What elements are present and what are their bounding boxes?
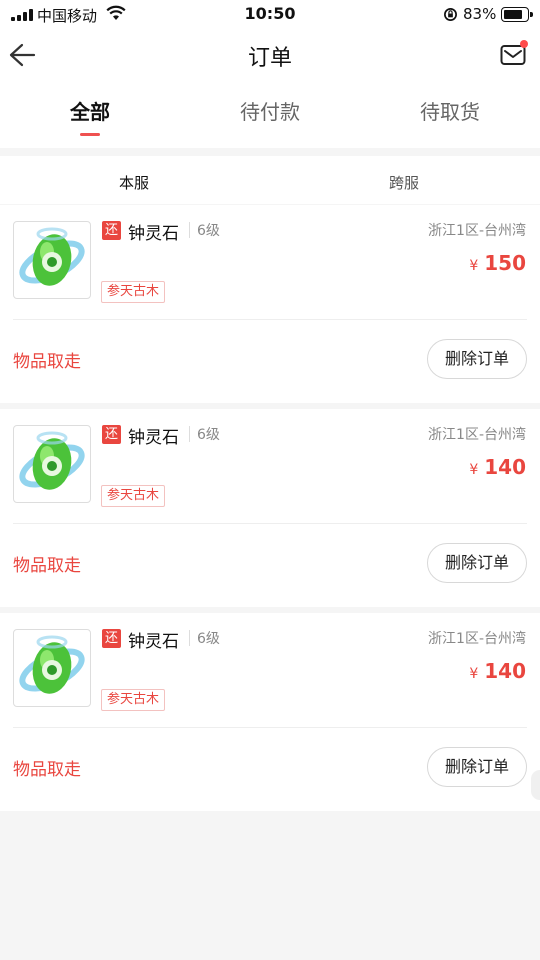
active-tab-indicator: [80, 133, 100, 136]
item-name: 钟灵石: [128, 632, 179, 652]
server-option-cross[interactable]: 跨服: [389, 172, 419, 193]
currency-symbol: ¥: [469, 258, 479, 274]
delete-order-button[interactable]: 删除订单: [427, 543, 527, 583]
tab-pending-payment[interactable]: 待付款: [180, 96, 360, 125]
order-status: 物品取走: [13, 556, 81, 576]
jade-stone-icon: [19, 635, 85, 694]
clock: 10:50: [244, 4, 296, 23]
tab-pending-pickup[interactable]: 待取货: [360, 96, 540, 125]
item-name: 钟灵石: [128, 224, 179, 244]
order-status: 物品取走: [13, 352, 81, 372]
item-level: 6级: [197, 427, 220, 443]
server-region: 浙江1区-台州湾: [428, 427, 526, 443]
order-card: 还 钟灵石 6级 浙江1区-台州湾 ¥140 参天古木 物品取走 删除订单: [0, 613, 540, 811]
floating-edge-handle[interactable]: [531, 770, 540, 800]
server-filter: 本服 跨服: [0, 156, 540, 204]
divider: [13, 523, 527, 524]
item-price: ¥140: [469, 455, 526, 479]
item-name: 钟灵石: [128, 428, 179, 448]
server-option-local[interactable]: 本服: [119, 172, 149, 193]
order-tabs: 全部 待付款 待取货: [0, 96, 540, 136]
tab-all-label: 全部: [70, 100, 110, 124]
rotation-lock-icon: [444, 8, 457, 21]
name-separator: [189, 426, 190, 442]
divider: [13, 319, 527, 320]
item-price: ¥150: [469, 251, 526, 275]
attribute-tag: 参天古木: [101, 689, 166, 711]
currency-symbol: ¥: [469, 462, 479, 478]
header: 中国移动 10:50 83% 订单 全部 待付款 待取货: [0, 0, 540, 148]
jade-stone-icon: [19, 431, 85, 490]
return-badge: 还: [102, 221, 121, 240]
name-separator: [189, 630, 190, 646]
attribute-tag: 参天古木: [101, 281, 166, 303]
attribute-tag: 参天古木: [101, 485, 166, 507]
price-value: 150: [484, 251, 526, 275]
server-region: 浙江1区-台州湾: [428, 631, 526, 647]
server-region: 浙江1区-台州湾: [428, 223, 526, 239]
return-badge: 还: [102, 629, 121, 648]
item-level: 6级: [197, 223, 220, 239]
item-thumbnail[interactable]: [13, 425, 91, 503]
price-value: 140: [484, 659, 526, 683]
item-level: 6级: [197, 631, 220, 647]
return-badge: 还: [102, 425, 121, 444]
battery-icon: [501, 7, 533, 22]
battery-percent: 83%: [463, 5, 497, 23]
notification-dot: [520, 40, 528, 48]
jade-stone-icon: [19, 227, 85, 286]
name-separator: [189, 222, 190, 238]
order-status: 物品取走: [13, 760, 81, 780]
delete-order-button[interactable]: 删除订单: [427, 339, 527, 379]
delete-order-button[interactable]: 删除订单: [427, 747, 527, 787]
order-card: 还 钟灵石 6级 浙江1区-台州湾 ¥140 参天古木 物品取走 删除订单: [0, 409, 540, 607]
divider: [13, 727, 527, 728]
tab-all[interactable]: 全部: [0, 96, 180, 136]
item-thumbnail[interactable]: [13, 629, 91, 707]
order-card: 还 钟灵石 6级 浙江1区-台州湾 ¥150 参天古木 物品取走 删除订单: [0, 205, 540, 403]
status-bar: 中国移动 10:50 83%: [0, 0, 540, 30]
item-price: ¥140: [469, 659, 526, 683]
page-title: 订单: [247, 46, 292, 71]
item-thumbnail[interactable]: [13, 221, 91, 299]
currency-symbol: ¥: [469, 666, 479, 682]
price-value: 140: [484, 455, 526, 479]
